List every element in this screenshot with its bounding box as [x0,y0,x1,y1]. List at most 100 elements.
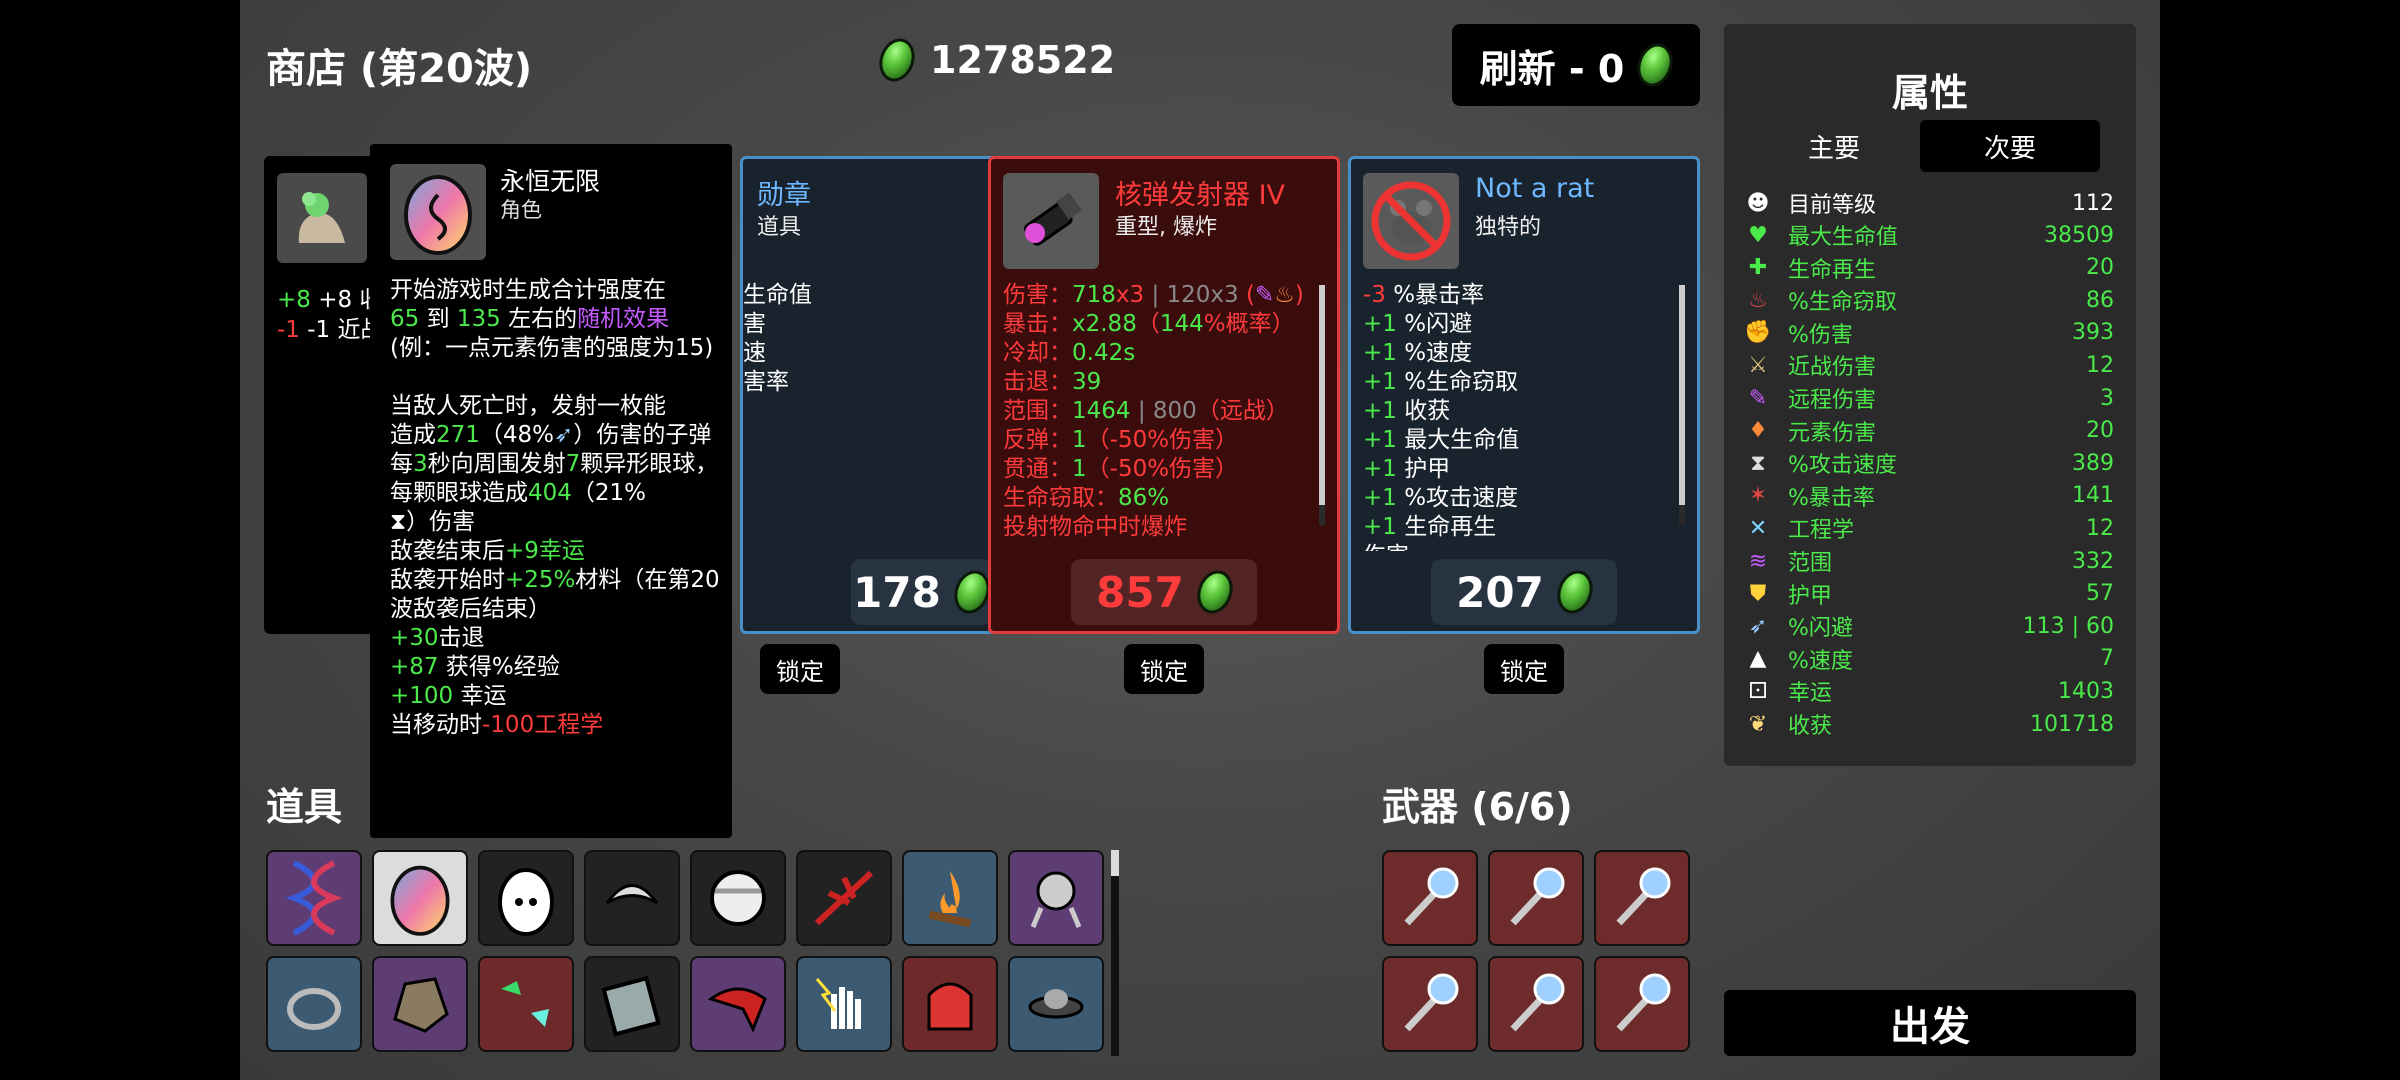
material-coin-icon [1551,565,1599,619]
card3-lock-button[interactable]: 锁定 [1484,644,1564,694]
card2-scrollbar[interactable] [1319,285,1325,525]
card3-stat-row: +1 %生命窃取 [1363,369,1519,395]
weapon-slot-1[interactable] [1382,850,1478,946]
book-item-icon[interactable] [584,956,680,1052]
card1-price: 178 [851,559,996,625]
material-coin-icon [873,33,921,87]
stat-row: ✕ 工程学 12 [1744,513,2114,544]
ranged-icon: ✎ [1748,385,1768,411]
harvest-icon: ❦ [1748,711,1768,737]
range-icon: ≋ [1748,548,1768,574]
card3-stat-row: +1 %速度 [1363,340,1473,366]
dodge-icon: ➶ [554,422,574,448]
elemental-icon: ♨ [1274,282,1295,308]
item-tooltip: 永恒无限 角色 开始游戏时生成合计强度在 65 到 135 左右的随机效果 (例… [370,144,732,838]
card1-name: 勋章 [757,180,811,211]
stat-row: ✊ %伤害 393 [1744,320,2114,348]
card2-type: 重型, 爆炸 [1115,215,1217,240]
items-title: 道具 [266,785,343,829]
stat-row: ⚔ 近战伤害 12 [1744,350,2114,381]
white-egg-item-icon[interactable] [478,850,574,946]
rock-golem-item-icon[interactable] [372,956,468,1052]
card3-type: 独特的 [1475,215,1542,240]
melee-icon: ⚔ [1748,352,1768,378]
weapon-slot-6[interactable] [1594,956,1690,1052]
go-button[interactable]: 出发 [1724,990,2136,1056]
not-a-rat-icon [1363,173,1459,269]
tab-secondary[interactable]: 次要 [1920,120,2100,172]
regen-icon: ✚ [1748,255,1768,281]
material-coin-icon [1631,38,1679,92]
stat-row: ⚀ 幸运 1403 [1744,676,2114,707]
card2-name: 核弹发射器 IV [1115,180,1286,211]
card3-stat-row: -3 %暴击率 [1363,282,1485,308]
card1-type: 道具 [757,215,802,240]
card3-scrollbar[interactable] [1679,285,1685,525]
armor-icon: ⛊ [1749,581,1767,607]
chain-item-icon[interactable] [266,956,362,1052]
material-coin-icon [1191,565,1239,619]
card3-stat-row: 伤害 [1363,542,1673,551]
shop-card-3[interactable]: Not a rat 独特的 -3 %暴击率 +1 %闪避 +1 %速度 +1 %生命窃… [1348,156,1700,634]
money-value: 1278522 [930,38,1116,82]
shop-screen: 商店 (第20波) 1278522 刷新 - 0 +8 +8 收获 -1 -1 … [240,0,2160,1080]
weapon-slot-4[interactable] [1382,956,1478,1052]
item-icon [277,173,367,263]
thorns-item-icon[interactable] [796,850,892,946]
red-hoodie-item-icon[interactable] [902,956,998,1052]
crescent-item-icon[interactable] [584,850,680,946]
shop-title: 商店 (第20波) [266,46,533,92]
weapons-title: 武器 (6/6) [1382,785,1573,829]
red-scarf-item-icon[interactable] [690,956,786,1052]
heart-icon: ♥ [1748,222,1768,248]
infinity-egg-item-icon[interactable] [372,850,468,946]
dodge-icon: ➶ [1748,613,1768,639]
stat-row: ❦ 收获 101718 [1744,709,2114,740]
engineering-icon: ✕ [1748,515,1768,541]
stat-row: ✚ 生命再生 20 [1744,253,2114,283]
tooltip-description: 开始游戏时生成合计强度在 65 到 135 左右的随机效果 (例：一点元素伤害的… [390,277,720,738]
card1-lock-button[interactable]: 锁定 [760,644,840,694]
weapon-slot-2[interactable] [1488,850,1584,946]
stat-row: ⧗ %攻击速度 389 [1744,448,2114,479]
stats-panel: 属性 主要 次要 ☻ 目前等级 112 ♥ 最大生命值 38509 ✚ 生命再生 20 ♨%… [1724,24,2136,766]
refresh-button[interactable]: 刷新 - 0 [1452,24,1700,106]
damage-icon: ✊ [1744,320,1772,346]
card2-lock-button[interactable]: 锁定 [1124,644,1204,694]
card3-stats: -3 %暴击率 +1 %闪避 +1 %速度 +1 %生命窃取 +1 收获 +1 最大生命值… [1363,281,1673,551]
tab-main[interactable]: 主要 [1744,120,1924,172]
tooltip-name: 永恒无限 [500,167,601,196]
card3-stat-row: +1 %闪避 [1363,311,1473,337]
lightning-hand-item-icon[interactable] [796,956,892,1052]
stats-title: 属性 [1891,71,1968,115]
ufo-item-icon[interactable] [1008,956,1104,1052]
tooltip-type: 角色 [500,198,542,222]
money-display: 1278522 [873,33,1116,87]
items-scrollbar[interactable] [1111,850,1119,1056]
hourglass-icon: ⧗ [390,509,407,535]
elemental-icon: ♦ [1748,418,1768,444]
stat-row: ≋ 范围 332 [1744,546,2114,577]
card3-stat-row: +1 最大生命值 [1363,427,1520,453]
level-icon: ☻ [1746,190,1770,216]
stat-row: ♦ 元素伤害 20 [1744,416,2114,446]
stat-row: ➶ %闪避 113 | 60 [1744,611,2114,642]
shop-card-2[interactable]: 核弹发射器 IV 重型, 爆炸 伤害：718x3 | 120x3 (✎♨) 暴击… [988,156,1340,634]
turret-item-icon[interactable] [1008,850,1104,946]
card2-stats: 伤害：718x3 | 120x3 (✎♨) 暴击：x2.88（144%概率） 冷… [1003,282,1304,540]
campfire-item-icon[interactable] [902,850,998,946]
green-crystals-item-icon[interactable] [478,956,574,1052]
weapon-slot-3[interactable] [1594,850,1690,946]
weapon-slot-5[interactable] [1488,956,1584,1052]
bandaged-head-item-icon[interactable] [690,850,786,946]
stat-row-level: ☻ 目前等级 112 [1744,188,2114,219]
infinity-egg-icon [390,164,486,260]
stat-row: ✶ %暴击率 141 [1744,481,2114,511]
card3-name: Not a rat [1475,173,1595,204]
stat-row: ▲ %速度 7 [1744,644,2114,674]
dna-item-icon[interactable] [266,850,362,946]
crit-icon: ✶ [1748,483,1768,509]
luck-icon: ⚀ [1748,678,1768,704]
stat-row: ✎ 远程伤害 3 [1744,383,2114,414]
speed-icon: ▲ [1749,646,1767,672]
